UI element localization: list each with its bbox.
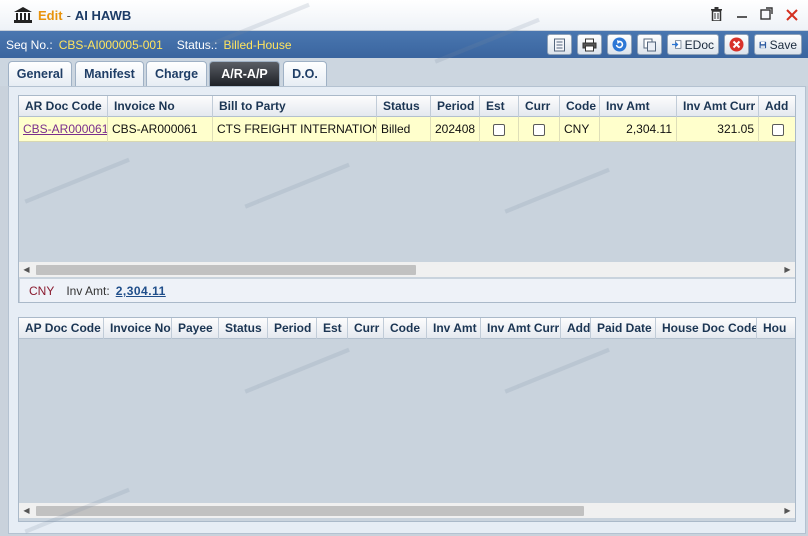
record-toolbar: EDoc Save [547, 34, 802, 55]
ap-col-period[interactable]: Period [268, 318, 317, 339]
cell-curr [519, 117, 560, 142]
cell-bill-to-party: CTS FREIGHT INTERNATIONAL [213, 117, 377, 142]
save-button[interactable]: Save [754, 34, 802, 55]
ar-col-add[interactable]: Add [759, 96, 795, 117]
ap-col-inv-amt[interactable]: Inv Amt [427, 318, 481, 339]
cancel-icon [729, 37, 744, 52]
refresh-icon [612, 37, 627, 52]
window-controls [708, 7, 800, 24]
ap-col-invoice-no[interactable]: Invoice No [104, 318, 172, 339]
cell-add [759, 117, 795, 142]
table-row[interactable]: CBS-AR000061 CBS-AR000061 CTS FREIGHT IN… [19, 117, 795, 142]
window-mode: Edit [38, 7, 63, 23]
summary-inv-amt-value[interactable]: 2,304.11 [116, 284, 166, 298]
ar-grid-header: AR Doc Code Invoice No Bill to Party Sta… [19, 96, 795, 117]
window-title: AI HAWB [74, 7, 132, 23]
cell-inv-amt: 2,304.11 [600, 117, 677, 142]
scroll-right-icon[interactable]: ▶ [780, 262, 795, 277]
ap-col-house[interactable]: Hou [757, 318, 795, 339]
ar-col-invoice-no[interactable]: Invoice No [108, 96, 213, 117]
status-value: Billed-House [223, 37, 292, 52]
window-titlebar: Edit - AI HAWB [0, 0, 808, 31]
ap-col-status[interactable]: Status [219, 318, 268, 339]
ap-horizontal-scrollbar[interactable]: ◀ ▶ [19, 503, 795, 518]
ar-col-status[interactable]: Status [377, 96, 431, 117]
notes-button[interactable] [547, 34, 572, 55]
document-icon [554, 38, 565, 51]
window-title-separator: - [66, 7, 71, 23]
seq-no-value: CBS-AI000005-001 [58, 37, 163, 52]
ap-col-ap-doc-code[interactable]: AP Doc Code [19, 318, 104, 339]
save-label: Save [769, 37, 797, 52]
ap-col-payee[interactable]: Payee [172, 318, 219, 339]
status-label: Status.: [176, 37, 218, 52]
ar-doc-code-link[interactable]: CBS-AR000061 [19, 117, 108, 142]
import-icon [672, 40, 682, 49]
ap-col-code[interactable]: Code [384, 318, 427, 339]
ar-col-code[interactable]: Code [560, 96, 600, 117]
scrollbar-thumb[interactable] [36, 265, 416, 275]
scroll-left-icon[interactable]: ◀ [19, 503, 34, 518]
cell-inv-amt-curr: 321.05 [677, 117, 759, 142]
ar-col-period[interactable]: Period [431, 96, 480, 117]
ap-col-inv-amt-curr[interactable]: Inv Amt Curr [481, 318, 561, 339]
print-button[interactable] [577, 34, 602, 55]
cell-est [480, 117, 519, 142]
summary-currency: CNY [29, 284, 55, 298]
cell-status: Billed [377, 117, 431, 142]
add-checkbox[interactable] [772, 123, 784, 136]
ar-col-inv-amt-curr[interactable]: Inv Amt Curr [677, 96, 759, 117]
edoc-button[interactable]: EDoc [667, 34, 719, 55]
ar-col-curr[interactable]: Curr [519, 96, 560, 117]
summary-inv-amt-label: Inv Amt: [66, 284, 110, 298]
ar-horizontal-scrollbar[interactable]: ◀ ▶ [19, 262, 795, 277]
ar-col-est[interactable]: Est [480, 96, 519, 117]
copy-button[interactable] [637, 34, 662, 55]
cell-invoice-no: CBS-AR000061 [108, 117, 213, 142]
ar-summary: CNY Inv Amt: 2,304.11 [20, 279, 795, 302]
cell-period: 202408 [431, 117, 480, 142]
tab-do[interactable]: D.O. [283, 61, 327, 86]
ap-grid-header: AP Doc Code Invoice No Payee Status Peri… [19, 318, 795, 339]
maximize-icon[interactable] [758, 7, 775, 24]
tab-ar-ap[interactable]: A/R-A/P [209, 61, 280, 86]
ar-col-inv-amt[interactable]: Inv Amt [600, 96, 677, 117]
ap-col-house-doc-code[interactable]: House Doc Code [656, 318, 757, 339]
ap-col-est[interactable]: Est [317, 318, 348, 339]
edoc-label: EDoc [684, 37, 714, 52]
ap-grid: AP Doc Code Invoice No Payee Status Peri… [18, 317, 796, 522]
record-info-bar: Seq No.: CBS-AI000005-001 Status.: Bille… [0, 31, 808, 58]
ar-grid: AR Doc Code Invoice No Bill to Party Sta… [18, 95, 796, 303]
scroll-left-icon[interactable]: ◀ [19, 262, 34, 277]
cell-code: CNY [560, 117, 600, 142]
cancel-button[interactable] [724, 34, 749, 55]
trash-icon[interactable] [708, 7, 725, 24]
close-icon[interactable] [783, 7, 800, 24]
ar-ap-panel: AR Doc Code Invoice No Bill to Party Sta… [8, 86, 806, 534]
curr-checkbox[interactable] [533, 123, 545, 136]
ar-col-ar-doc-code[interactable]: AR Doc Code [19, 96, 108, 117]
floppy-disk-icon [759, 41, 767, 48]
tab-general[interactable]: General [8, 61, 72, 86]
ap-col-add[interactable]: Add [561, 318, 591, 339]
bank-icon [14, 7, 32, 23]
est-checkbox[interactable] [493, 123, 505, 136]
tab-strip: General Manifest Charge A/R-A/P D.O. [0, 58, 808, 86]
scroll-right-icon[interactable]: ▶ [780, 503, 795, 518]
scrollbar-thumb[interactable] [36, 506, 584, 516]
printer-icon [582, 38, 597, 51]
refresh-button[interactable] [607, 34, 632, 55]
ap-col-curr[interactable]: Curr [348, 318, 384, 339]
copy-icon [643, 38, 656, 51]
ar-col-bill-to-party[interactable]: Bill to Party [213, 96, 377, 117]
seq-no-label: Seq No.: [6, 37, 53, 52]
minimize-icon[interactable] [733, 7, 750, 24]
ap-col-paid-date[interactable]: Paid Date [591, 318, 656, 339]
tab-charge[interactable]: Charge [146, 61, 207, 86]
tab-manifest[interactable]: Manifest [75, 61, 144, 86]
